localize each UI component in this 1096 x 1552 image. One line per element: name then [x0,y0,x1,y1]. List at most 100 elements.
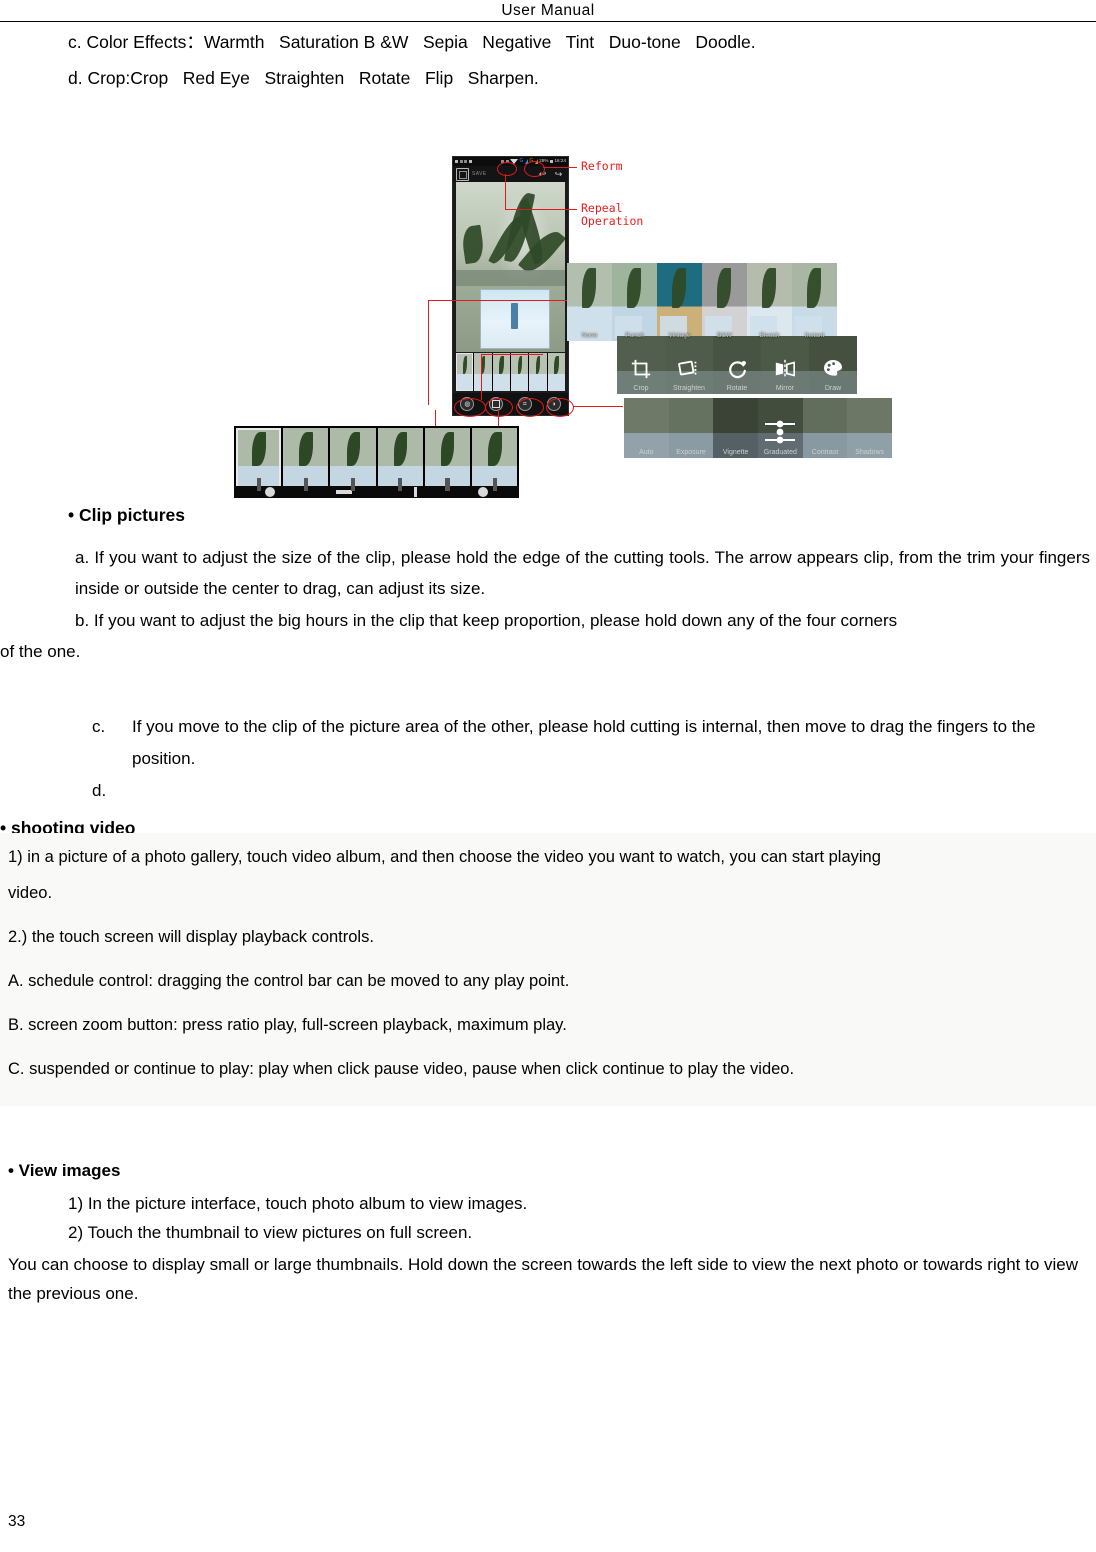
tool-cell-mirror[interactable]: Mirror [761,336,809,394]
thumbnail-item[interactable] [492,353,510,391]
clip-pictures-item-b-line1: b. If you want to adjust the big hours i… [75,611,898,630]
thumbnail-item[interactable] [456,353,474,391]
leader-line-repeal-h [505,209,577,211]
shooting-video-line-3: 2.) the touch screen will display playba… [8,928,374,946]
battery-icon [550,160,553,163]
view-images-heading: • View images [8,1161,121,1180]
straighten-icon [676,356,702,382]
list-item-crop: d. Crop:Crop Red Eye Straighten Rotate F… [68,68,539,88]
crop-icon [628,356,654,382]
thumbnail-item[interactable] [529,353,547,391]
view-images-paragraph: You can choose to display small or large… [8,1255,1079,1303]
thumbnail-item[interactable] [510,353,529,391]
adjust-label: Vignette [722,449,749,456]
filter-label: Instant [804,332,825,339]
graduated-slider-icon [763,418,797,448]
tool-label: Draw [824,385,842,392]
adjust-cell-shadows[interactable]: Shadows [847,398,893,458]
annotation-repeal-operation: Repeal Operation [581,201,644,228]
clip-c-marker: c. [92,717,106,736]
redo-icon[interactable]: ↪ [552,169,565,179]
annotation-reform: Reform [581,159,623,173]
tool-cell-crop[interactable]: Crop [617,336,665,394]
shooting-video-line-5: B. screen zoom button: press ratio play,… [8,1016,567,1034]
adjust-cell-graduated[interactable]: Graduated [758,398,803,458]
clip-pictures-heading: • Clip pictures [68,505,185,525]
status-image-icon [459,160,463,163]
phone-thumbnail-strip[interactable] [456,353,565,391]
tool-label: Straighten [673,385,705,392]
photo-horizon-band [456,270,565,286]
highlight-ring-crop [516,398,544,417]
back-bar-icon[interactable] [413,487,417,497]
list-item-color-effects: c. Color Effects：Warmth Saturation B &W … [68,32,756,52]
filter-cell-bleach[interactable]: Bleach [747,263,792,341]
shooting-video-line-6: C. suspended or continue to play: play w… [8,1060,795,1078]
filter-cell-none[interactable]: None [567,263,612,341]
filter-strip-panel[interactable]: None Punch Vintage B&W Bleach Instant [567,263,837,341]
adjust-label: Shadows [855,449,885,456]
adjust-cell-vignette[interactable]: Vignette [713,398,759,458]
leader-line-crop-h [481,354,543,356]
shooting-video-line-2: video. [8,884,53,902]
filter-cell-punch[interactable]: Punch [612,263,657,341]
clip-d-marker: d. [92,781,107,800]
filter-cell-bw[interactable]: B&W [702,263,747,341]
shooting-video-block: 1) in a picture of a photo gallery, touc… [0,833,1096,1106]
header-title: User Manual [501,2,595,19]
shooting-video-line-4: A. schedule control: dragging the contro… [8,972,570,990]
edit-tools-panel[interactable]: Crop Straighten Rotate Mirror Draw [617,336,857,394]
status-sd-icon [464,160,467,163]
save-button[interactable]: SAVE [472,171,487,177]
clip-pictures-item-a: a. If you want to adjust the size of the… [75,548,1090,598]
gallery-icon[interactable] [456,167,469,181]
adjust-cell-auto[interactable]: Auto [624,398,669,458]
status-dot-icon [455,160,458,163]
adjust-tools-panel[interactable]: Auto Exposure Vignette Graduated Contras… [624,398,893,458]
clip-pictures-item-c: c. If you move to the clip of the picture… [92,711,1090,775]
adjust-label: Graduated [763,449,797,456]
page-header: User Manual [0,0,1096,22]
leaf-shape-icon [460,225,485,265]
thumbnail-item[interactable] [474,353,492,391]
leader-line-repeal-v [505,174,507,210]
thumbnail-item[interactable] [547,353,565,391]
rotate-icon [724,356,750,382]
clip-pictures-item-b-line2: of the one. [0,642,81,661]
header-divider [0,21,1096,22]
enlarged-thumbnail-strip[interactable] [234,426,519,498]
mirror-icon [772,356,798,382]
leader-line-crop-v [481,354,483,400]
leader-line-reform [543,167,577,169]
adjust-cell-exposure[interactable]: Exposure [668,398,714,458]
highlight-ring-adjust [546,398,574,417]
adjust-label: Exposure [676,449,706,456]
filter-cell-vintage[interactable]: Vintage [657,263,702,341]
photo-editor-figure: G G 28% 16:24 SAVE ↩ ↪ ◍ ⌗ ◑ Reform Repe… [232,148,893,498]
adjust-label: Auto [639,449,654,456]
menu-bar-icon[interactable] [336,490,353,494]
page-number: 33 [8,1513,26,1530]
tool-cell-rotate[interactable]: Rotate [713,336,761,394]
filter-cell-instant[interactable]: Instant [792,263,837,341]
view-images-item-1: 1) In the picture interface, touch photo… [68,1194,528,1213]
recents-circle-icon[interactable] [478,487,489,497]
tool-label: Mirror [775,385,795,392]
adjust-label: Contrast [811,449,839,456]
status-usb-icon [468,160,472,163]
home-circle-icon[interactable] [264,487,275,497]
highlight-ring-undo [497,162,517,176]
leader-line-filters [428,300,572,302]
adjust-cell-contrast[interactable]: Contrast [802,398,848,458]
enlarged-strip-nav-bar [234,486,519,498]
photo-preview [456,182,565,352]
filter-label: Punch [625,332,644,339]
tool-cell-draw[interactable]: Draw [809,336,857,394]
signal-g-icon: G [519,158,524,164]
phone-mockup: G G 28% 16:24 SAVE ↩ ↪ ◍ ⌗ ◑ [452,156,569,416]
leader-line-filters-v [428,300,430,405]
view-images-item-2: 2) Touch the thumbnail to view pictures … [68,1223,473,1242]
leader-line-adjust [573,406,623,408]
shooting-video-line-1: 1) in a picture of a photo gallery, touc… [8,848,881,866]
tool-cell-straighten[interactable]: Straighten [665,336,713,394]
